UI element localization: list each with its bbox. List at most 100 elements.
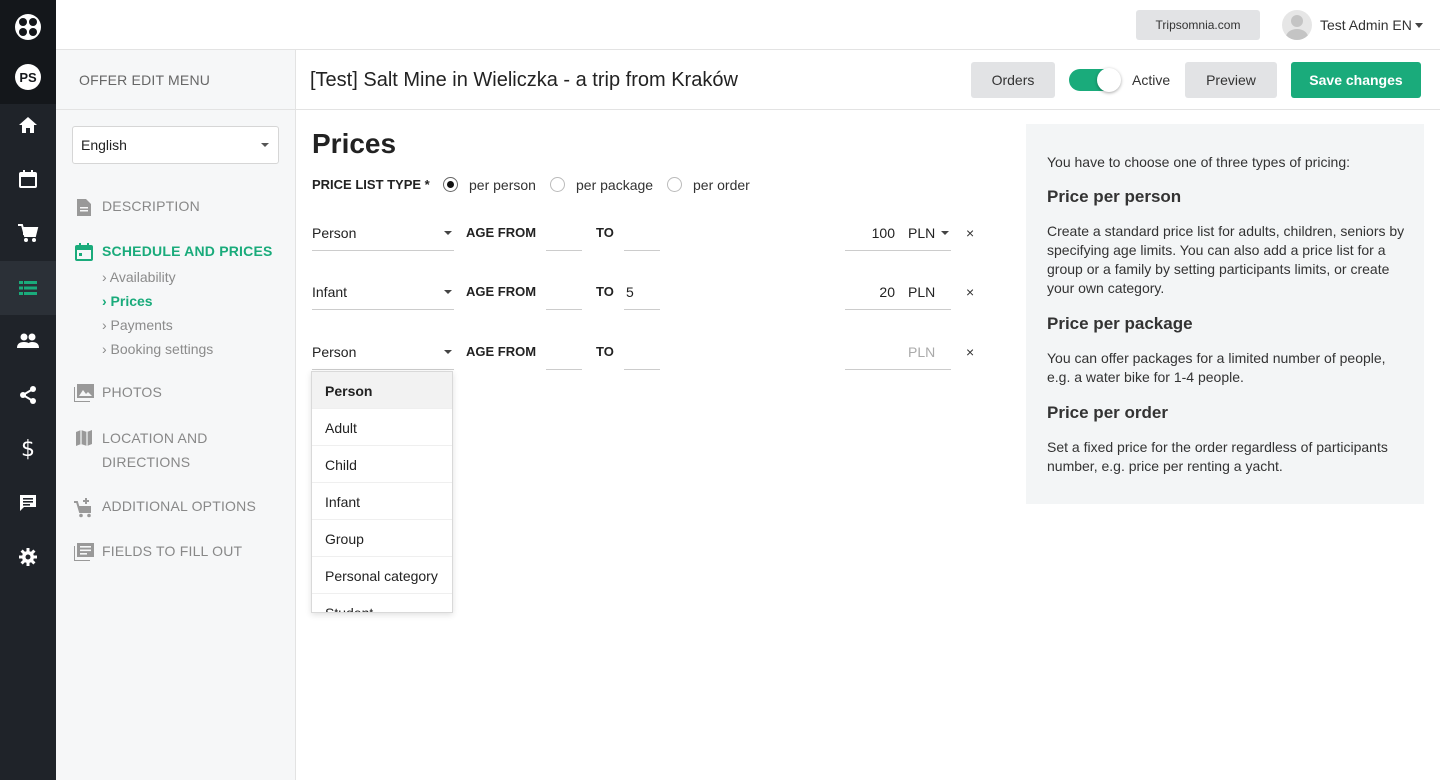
dropdown-option[interactable]: Infant [312,483,452,520]
menu-item-description[interactable]: DESCRIPTION [74,198,200,217]
user-menu[interactable]: Test Admin EN [1282,10,1423,40]
chevron-down-icon [261,143,269,147]
menu-divider [56,109,296,110]
menu-item-label: PHOTOS [102,384,163,400]
age-from-input[interactable] [546,217,582,251]
radio-per-order[interactable] [667,177,682,192]
currency-value: PLN [908,284,936,300]
category-select[interactable]: Person [312,217,454,251]
add-cart-icon [74,498,94,518]
menu-item-label: DESCRIPTION [102,198,200,214]
site-link-button[interactable]: Tripsomnia.com [1136,10,1260,40]
submenu-item-payments[interactable]: › Payments [102,317,173,333]
dropdown-option[interactable]: Group [312,520,452,557]
list-icon[interactable] [0,261,56,315]
menu-item-additional-options[interactable]: ADDITIONAL OPTIONS [74,498,256,518]
chevron-down-icon [941,231,949,235]
page-title: [Test] Salt Mine in Wieliczka - a trip f… [310,69,738,91]
photo-icon [74,384,94,402]
active-label: Active [1132,72,1171,88]
offer-edit-menu: OFFER EDIT MENU English DESCRIPTION SCHE… [56,50,296,780]
calendar-icon[interactable] [0,152,56,206]
ps-logo-icon[interactable]: PS [0,50,56,104]
currency-select[interactable]: PLN [897,276,951,310]
menu-item-label: ADDITIONAL OPTIONS [102,498,256,514]
chevron-down-icon [444,290,452,294]
category-value: Infant [312,284,348,300]
dropdown-option[interactable]: Adult [312,409,452,446]
form-icon [74,543,94,561]
currency-select[interactable]: PLN [897,217,951,251]
menu-item-schedule-and-prices[interactable]: SCHEDULE AND PRICES [74,243,273,261]
save-changes-button[interactable]: Save changes [1291,62,1421,98]
dropdown-option[interactable]: Child [312,446,452,483]
chevron-down-icon [444,350,452,354]
age-from-input[interactable] [546,336,582,370]
offer-header: [Test] Salt Mine in Wieliczka - a trip f… [296,50,1440,110]
age-to-input[interactable]: 5 [624,276,660,310]
chevron-down-icon [444,231,452,235]
menu-item-location-and-directions[interactable]: LOCATION AND DIRECTIONS [74,426,208,474]
gear-icon[interactable] [0,530,56,584]
help-heading-per-person: Price per person [1047,187,1182,206]
language-select[interactable]: English [72,126,279,164]
map-icon [74,426,94,447]
currency-value: PLN [908,344,936,360]
remove-row-button[interactable]: × [966,344,974,360]
category-select[interactable]: Infant [312,276,454,310]
logo-icon[interactable] [0,0,56,54]
menu-item-label: FIELDS TO FILL OUT [102,543,243,559]
age-to-input[interactable] [624,217,660,251]
help-text-per-person: Create a standard price list for adults,… [1047,223,1405,296]
help-text-per-package: You can offer packages for a limited num… [1047,350,1386,385]
price-list-type-label: PRICE LIST TYPE * [312,177,430,192]
category-value: Person [312,344,357,360]
price-input[interactable] [845,336,897,370]
avatar [1282,10,1312,40]
top-bar: Tripsomnia.com Test Admin EN [56,0,1440,50]
submenu-item-booking-settings[interactable]: › Booking settings [102,341,213,357]
category-dropdown-list: Person Adult Child Infant Group Personal… [311,371,453,613]
radio-per-person[interactable] [443,177,458,192]
help-heading-per-order: Price per order [1047,403,1168,422]
dollar-glyph: $ [21,436,35,462]
submenu-item-prices[interactable]: › Prices [102,293,153,309]
age-to-label: TO [596,344,614,359]
home-icon[interactable] [0,98,56,152]
dropdown-option[interactable]: Person [312,372,452,409]
cart-icon[interactable] [0,206,56,260]
radio-label-per-package[interactable]: per package [576,177,653,193]
pricing-help-panel: You have to choose one of three types of… [1026,124,1424,504]
radio-per-package[interactable] [550,177,565,192]
help-text-per-order: Set a fixed price for the order regardle… [1047,439,1388,474]
age-from-label: AGE FROM [466,284,537,299]
radio-label-per-person[interactable]: per person [469,177,536,193]
dropdown-option[interactable]: Student [312,594,452,612]
price-input[interactable]: 100 [845,217,897,251]
active-toggle[interactable] [1069,68,1121,92]
preview-button[interactable]: Preview [1185,62,1277,98]
dollar-icon[interactable]: $ [0,422,56,476]
currency-select[interactable]: PLN [897,336,951,370]
remove-row-button[interactable]: × [966,284,974,300]
category-value: Person [312,225,357,241]
people-icon[interactable] [0,314,56,368]
section-heading: Prices [312,128,397,159]
chat-icon[interactable] [0,476,56,530]
icon-rail: PS $ [0,0,56,780]
calendar-icon [74,243,94,261]
radio-label-per-order[interactable]: per order [693,177,750,193]
remove-row-button[interactable]: × [966,225,974,241]
menu-item-photos[interactable]: PHOTOS [74,384,162,402]
menu-item-label-line2: DIRECTIONS [102,454,191,470]
category-select[interactable]: Person [312,336,454,370]
dropdown-option[interactable]: Personal category [312,557,452,594]
menu-item-fields-to-fill-out[interactable]: FIELDS TO FILL OUT [74,543,242,561]
age-to-input[interactable] [624,336,660,370]
submenu-item-availability[interactable]: › Availability [102,269,176,285]
share-icon[interactable] [0,368,56,422]
orders-button[interactable]: Orders [971,62,1055,98]
language-value: English [81,137,127,153]
age-from-input[interactable] [546,276,582,310]
price-input[interactable]: 20 [845,276,897,310]
